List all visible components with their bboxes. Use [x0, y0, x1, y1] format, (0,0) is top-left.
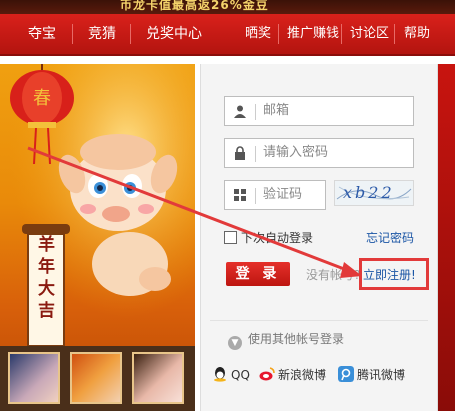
- captcha-image[interactable]: xb22: [334, 180, 414, 206]
- main-nav: 夺宝 竞猜 兑奖中心 晒奖 推广赚钱 讨论区 帮助: [0, 14, 455, 56]
- avatar-2[interactable]: [70, 352, 122, 404]
- other-login-toggle[interactable]: ▼ 使用其他帐号登录: [228, 330, 344, 350]
- nav-item-shaijiang[interactable]: 晒奖: [245, 14, 271, 54]
- chevron-down-icon: ▼: [228, 336, 242, 350]
- other-login-label: 使用其他帐号登录: [248, 332, 345, 346]
- register-highlight-box: [359, 258, 429, 290]
- qq-login[interactable]: QQ: [212, 366, 250, 384]
- avatar-strip: [0, 346, 195, 411]
- nav-item-taolun[interactable]: 讨论区: [350, 14, 389, 54]
- field-divider: [255, 146, 256, 162]
- auto-login-option[interactable]: 下次自动登录: [224, 230, 313, 246]
- field-divider: [255, 104, 256, 120]
- field-divider: [255, 188, 256, 204]
- weibo-label: 新浪微博: [278, 368, 327, 382]
- qq-label: QQ: [231, 368, 250, 382]
- avatar-1[interactable]: [8, 352, 60, 404]
- weibo-icon: [259, 367, 275, 381]
- captcha-field[interactable]: 验证码: [224, 180, 326, 210]
- email-placeholder: 邮箱: [263, 103, 290, 118]
- other-login-divider: [210, 320, 428, 321]
- grid-icon: [234, 189, 246, 201]
- sheep-illustration: 春: [0, 64, 195, 347]
- lantern-char: 春: [33, 88, 51, 109]
- nav-item-tuiguang[interactable]: 推广赚钱: [287, 14, 339, 54]
- nav-gap: [0, 56, 455, 64]
- no-account-text: 没有帐号?: [306, 268, 361, 282]
- password-field[interactable]: 请输入密码: [224, 138, 414, 168]
- nav-separator: [341, 24, 342, 44]
- email-field[interactable]: 邮箱: [224, 96, 414, 126]
- nav-item-jingcai[interactable]: 竞猜: [88, 14, 116, 54]
- forgot-password-link[interactable]: 忘记密码: [366, 230, 414, 246]
- nav-item-duijiang[interactable]: 兑奖中心: [146, 14, 202, 54]
- nav-separator: [278, 24, 279, 44]
- qq-icon: [214, 367, 226, 382]
- auto-login-checkbox[interactable]: [224, 231, 237, 244]
- tencent-weibo-label: 腾讯微博: [357, 368, 406, 382]
- captcha-placeholder: 验证码: [263, 187, 303, 202]
- user-icon: [234, 105, 246, 118]
- auto-login-label: 下次自动登录: [241, 231, 314, 245]
- nav-separator: [130, 24, 131, 44]
- nav-item-duobao[interactable]: 夺宝: [28, 14, 56, 54]
- promo-text: 币龙卡值最高返26%金豆: [120, 0, 269, 12]
- tencent-weibo-icon: [338, 366, 354, 382]
- password-placeholder: 请输入密码: [263, 145, 329, 160]
- captcha-text: xb22: [343, 183, 395, 202]
- weibo-login[interactable]: 新浪微博: [259, 366, 326, 384]
- top-promo-strip: 币龙卡值最高返26%金豆: [0, 0, 455, 14]
- nav-separator: [72, 24, 73, 44]
- nav-separator: [394, 24, 395, 44]
- scroll-text: 羊年大吉: [38, 235, 55, 321]
- lock-icon: [235, 146, 245, 160]
- tencent-weibo-login[interactable]: 腾讯微博: [338, 366, 405, 384]
- avatar-3[interactable]: [132, 352, 184, 404]
- login-button[interactable]: 登 录: [226, 262, 290, 286]
- nav-item-help[interactable]: 帮助: [404, 14, 430, 54]
- right-decoration: [438, 64, 455, 411]
